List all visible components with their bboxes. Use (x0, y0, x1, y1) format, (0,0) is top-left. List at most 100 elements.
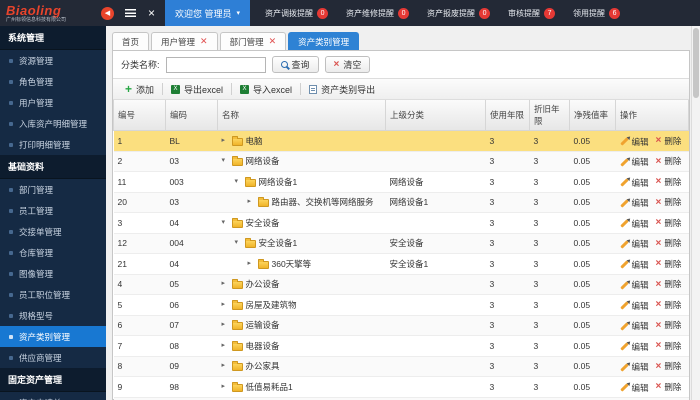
topbar-nav-item[interactable]: 审核提醒 7 (499, 0, 564, 26)
vertical-scrollbar[interactable] (691, 26, 700, 400)
search-button[interactable]: 查询 (271, 56, 319, 73)
table-row[interactable]: 7 08 ▸ 电器设备 3 3 0.05 编辑 × 删除 (113, 335, 689, 357)
toolbar-button[interactable]: + 添加 (117, 79, 162, 99)
table-row[interactable]: 6 07 ▸ 运输设备 3 3 0.05 编辑 × 删除 (113, 315, 689, 336)
table-row[interactable]: 9 98 ▸ 低值易耗品1 3 3 0.05 编辑 × 删除 (113, 376, 689, 398)
collapse-arrow-icon[interactable]: ▾ (222, 155, 229, 167)
table-row[interactable]: 20 03 ▸ 路由器、交换机等网络服务 网络设备1 3 3 0.05 编辑 × 删除 (113, 192, 689, 213)
column-header[interactable]: 使用年限 (485, 100, 530, 131)
topbar-nav-item[interactable]: 领用提醒 6 (564, 0, 629, 26)
sidebar-item[interactable]: 规格型号 (0, 305, 106, 326)
edit-button[interactable]: 编辑 (619, 218, 649, 230)
table-row[interactable]: 4 05 ▸ 办公设备 3 3 0.05 编辑 × 删除 (113, 274, 689, 295)
table-row[interactable]: 5 06 ▸ 房屋及建筑物 3 3 0.05 编辑 × 删除 (113, 294, 689, 316)
table-row[interactable]: 1 BL ▸ 电脑 3 3 0.05 编辑 × 删除 (113, 130, 689, 152)
column-header[interactable]: 净残值率 (569, 100, 616, 131)
tab[interactable]: 部门管理 ✕ (219, 32, 287, 50)
sidebar-section-header[interactable]: 固定资产管理 (0, 368, 106, 392)
expand-arrow-icon[interactable]: ▸ (248, 258, 255, 270)
menu-icon[interactable] (125, 9, 136, 17)
expand-arrow-icon[interactable]: ▸ (222, 381, 229, 393)
toolbar-button[interactable]: 资产类别导出 (301, 79, 383, 99)
sidebar-item[interactable]: 供应商管理 (0, 347, 106, 368)
column-header[interactable]: 上级分类 (385, 100, 486, 131)
close-all-icon[interactable]: × (148, 7, 155, 19)
tab[interactable]: 用户管理 ✕ (151, 32, 218, 50)
expand-arrow-icon[interactable]: ▸ (222, 299, 229, 311)
edit-button[interactable]: 编辑 (619, 300, 649, 312)
edit-button[interactable]: 编辑 (619, 136, 649, 148)
sidebar-item[interactable]: 资产类别管理 (0, 326, 106, 347)
expand-arrow-icon[interactable]: ▸ (248, 196, 255, 208)
delete-button[interactable]: × 删除 (656, 237, 682, 249)
sidebar-collapse-icon[interactable]: ◀ (101, 6, 114, 20)
edit-button[interactable]: 编辑 (619, 279, 649, 291)
delete-button[interactable]: × 删除 (656, 217, 682, 229)
sidebar-item[interactable]: 用户管理 (0, 92, 106, 113)
topbar-nav-item[interactable]: 资产报废提醒 0 (418, 0, 499, 26)
toolbar-button[interactable]: X 导入excel (232, 79, 300, 99)
expand-arrow-icon[interactable]: ▸ (222, 135, 229, 147)
delete-button[interactable]: × 删除 (656, 299, 682, 311)
edit-button[interactable]: 编辑 (619, 156, 649, 168)
delete-button[interactable]: × 删除 (656, 360, 682, 372)
delete-button[interactable]: × 删除 (656, 196, 682, 208)
clear-button[interactable]: × 清空 (324, 56, 371, 73)
sidebar-item[interactable]: 图像管理 (0, 263, 106, 284)
tab-close-icon[interactable]: ✕ (200, 37, 208, 46)
edit-button[interactable]: 编辑 (619, 259, 649, 271)
sidebar-item[interactable]: 资产申请单 (0, 392, 106, 400)
delete-button[interactable]: × 删除 (656, 278, 682, 290)
edit-button[interactable]: 编辑 (619, 361, 649, 373)
topbar-nav-item[interactable]: 资产调拨提醒 0 (256, 0, 337, 26)
sidebar-item[interactable]: 仓库管理 (0, 242, 106, 263)
delete-button[interactable]: × 删除 (656, 319, 682, 331)
table-row[interactable]: 11 003 ▾ 网络设备1 网络设备 3 3 0.05 编辑 × 删除 (113, 171, 689, 193)
collapse-arrow-icon[interactable]: ▾ (235, 176, 242, 188)
sidebar-item[interactable]: 角色管理 (0, 71, 106, 92)
table-row[interactable]: 8 09 ▸ 办公家具 3 3 0.05 编辑 × 删除 (113, 356, 689, 377)
table-row[interactable]: 2 03 ▾ 网络设备 3 3 0.05 编辑 × 删除 (113, 151, 689, 172)
sidebar-item[interactable]: 交接单管理 (0, 221, 106, 242)
edit-button[interactable]: 编辑 (619, 177, 649, 189)
edit-button[interactable]: 编辑 (619, 320, 649, 332)
sidebar-item[interactable]: 打印明细管理 (0, 134, 106, 155)
edit-button[interactable]: 编辑 (619, 382, 649, 394)
sidebar-item[interactable]: 员工管理 (0, 200, 106, 221)
edit-button[interactable]: 编辑 (619, 238, 649, 250)
column-header[interactable]: 编码 (165, 100, 218, 131)
sidebar-section-header[interactable]: 系统管理 (0, 26, 106, 50)
table-row[interactable]: 21 04 ▸ 360天擎等 安全设备1 3 3 0.05 编辑 × 删除 (113, 253, 689, 275)
tab[interactable]: 首页 (112, 32, 150, 50)
tab-close-icon[interactable]: ✕ (269, 37, 277, 46)
sidebar-item[interactable]: 资源管理 (0, 50, 106, 71)
welcome-user-button[interactable]: 欢迎您 管理员 ▾ (165, 0, 251, 26)
edit-button[interactable]: 编辑 (619, 197, 649, 209)
table-row[interactable]: 3 04 ▾ 安全设备 3 3 0.05 编辑 × 删除 (113, 212, 689, 234)
delete-button[interactable]: × 删除 (656, 176, 682, 188)
delete-button[interactable]: × 删除 (656, 381, 682, 393)
column-header[interactable]: 编号 (113, 100, 166, 131)
edit-button[interactable]: 编辑 (619, 341, 649, 353)
toolbar-button[interactable]: X 导出excel (163, 79, 231, 99)
delete-button[interactable]: × 删除 (656, 155, 682, 167)
expand-arrow-icon[interactable]: ▸ (222, 278, 229, 290)
delete-button[interactable]: × 删除 (656, 258, 682, 270)
sidebar-item[interactable]: 入库资产明细管理 (0, 113, 106, 134)
column-header[interactable]: 名称 (217, 100, 386, 131)
sidebar-section-header[interactable]: 基础资料 (0, 155, 106, 179)
collapse-arrow-icon[interactable]: ▾ (235, 237, 242, 249)
tab[interactable]: 资产类别管理 (288, 32, 360, 50)
delete-button[interactable]: × 删除 (656, 135, 682, 147)
expand-arrow-icon[interactable]: ▸ (222, 340, 229, 352)
sidebar-item[interactable]: 部门管理 (0, 179, 106, 200)
column-header[interactable]: 折旧年限 (529, 100, 570, 131)
expand-arrow-icon[interactable]: ▸ (222, 360, 229, 372)
collapse-arrow-icon[interactable]: ▾ (222, 217, 229, 229)
column-header[interactable]: 操作 (615, 100, 689, 131)
scrollbar-thumb[interactable] (693, 28, 699, 98)
delete-button[interactable]: × 删除 (656, 340, 682, 352)
expand-arrow-icon[interactable]: ▸ (222, 319, 229, 331)
sidebar-item[interactable]: 员工职位管理 (0, 284, 106, 305)
topbar-nav-item[interactable]: 资产维修提醒 0 (337, 0, 418, 26)
